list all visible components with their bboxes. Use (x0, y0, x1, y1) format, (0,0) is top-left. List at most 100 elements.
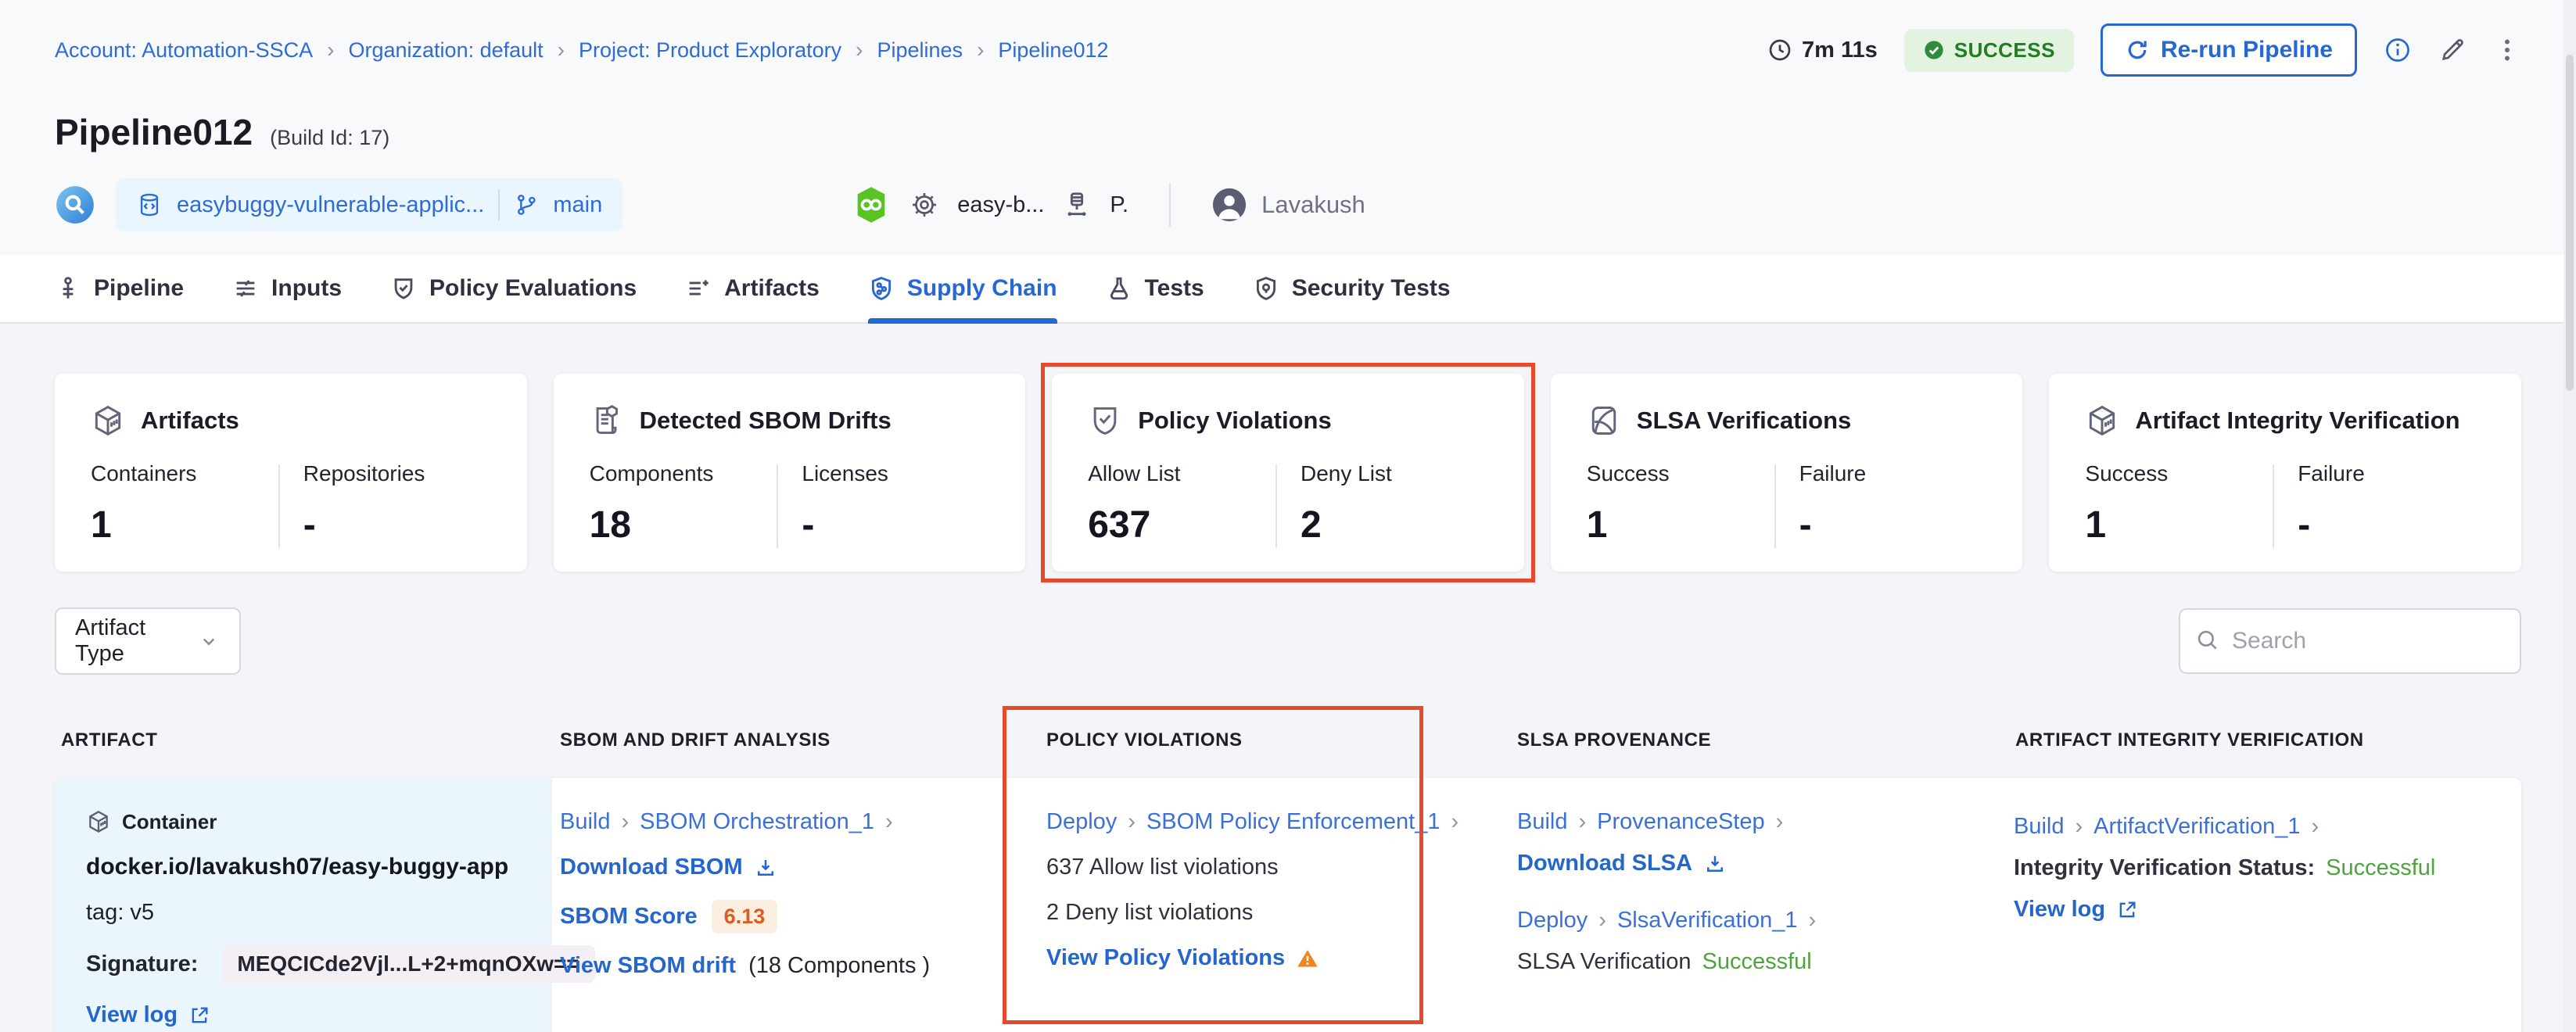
breadcrumb-project[interactable]: Project: Product Exploratory (579, 38, 841, 63)
stat-divider (1275, 464, 1277, 548)
vertical-divider (1169, 183, 1171, 227)
shield-check-icon (1088, 403, 1122, 438)
step-link[interactable]: SlsaVerification_1 (1617, 908, 1798, 933)
stat-value: 1 (1587, 503, 1774, 546)
stat-value: - (802, 503, 989, 546)
status-badge: SUCCESS (1904, 29, 2074, 72)
codebase-pill: easybuggy-vulnerable-applic... main (116, 178, 622, 231)
policy-violations-cell: Deploy › SBOM Policy Enforcement_1 › 637… (1017, 778, 1509, 1032)
avatar (1211, 187, 1247, 223)
breadcrumb-pipeline012[interactable]: Pipeline012 (998, 38, 1108, 63)
download-slsa-link[interactable]: Download SLSA (1517, 851, 1727, 876)
chevron-separator: › (1128, 809, 1136, 835)
signature-value[interactable]: MEQCICde2Vjl...L+2+mqnOXw== (221, 945, 594, 983)
trigger-label: easy-b... (957, 192, 1044, 218)
build-id: (Build Id: 17) (270, 126, 389, 150)
view-log-link[interactable]: View log (2014, 897, 2138, 923)
stat-value: - (1799, 503, 1987, 546)
stage-link[interactable]: Build (560, 809, 611, 835)
warning-icon (1296, 947, 1319, 970)
step-link[interactable]: SBOM Policy Enforcement_1 (1146, 809, 1440, 835)
download-icon (1703, 852, 1727, 876)
inputs-icon (232, 275, 259, 302)
search-input[interactable] (2179, 608, 2521, 674)
stage-link[interactable]: Deploy (1046, 809, 1117, 835)
repository-link[interactable]: easybuggy-vulnerable-applic... (177, 192, 484, 218)
harness-pipeline-icon (851, 185, 892, 225)
stat-value: 18 (590, 503, 777, 546)
tab-supply-chain[interactable]: Supply Chain (868, 255, 1057, 322)
card-title: Detected SBOM Drifts (640, 407, 892, 435)
branch-link[interactable]: main (553, 192, 602, 218)
stage-link[interactable]: Build (2014, 814, 2065, 840)
tab-policy-evaluations[interactable]: Policy Evaluations (390, 255, 637, 322)
supply-chain-shield-icon (868, 275, 895, 302)
tab-pipeline[interactable]: Pipeline (55, 255, 184, 322)
scrollbar-thumb[interactable] (2566, 55, 2574, 391)
column-header-slsa: SLSA PROVENANCE (1509, 729, 2006, 778)
breadcrumb-account[interactable]: Account: Automation-SSCA (55, 38, 313, 63)
slsa-cell: Build › ProvenanceStep › Download SLSA D… (1509, 778, 2006, 1032)
gear-icon (909, 189, 940, 220)
cube-icon (2085, 403, 2119, 438)
download-icon (754, 856, 777, 880)
scrollbar[interactable] (2563, 0, 2576, 1032)
stat-label: Success (1587, 461, 1774, 486)
rerun-pipeline-button[interactable]: Re-run Pipeline (2101, 23, 2357, 77)
external-link-icon (2116, 899, 2138, 921)
tab-security-tests[interactable]: Security Tests (1253, 255, 1451, 322)
stat-label: Deny List (1301, 461, 1488, 486)
chevron-separator: › (1808, 908, 1816, 933)
shield-check-icon (390, 275, 417, 302)
card-title: SLSA Verifications (1637, 407, 1852, 435)
tab-tests[interactable]: Tests (1106, 255, 1204, 322)
sbom-score-badge: 6.13 (712, 900, 778, 933)
kebab-menu-icon[interactable] (2493, 36, 2521, 64)
stat-value: - (303, 503, 491, 546)
artifacts-table: ARTIFACT SBOM AND DRIFT ANALYSIS POLICY … (55, 729, 2521, 1032)
chevron-separator: › (1776, 809, 1784, 835)
chevron-separator: › (885, 809, 893, 835)
cube-icon (91, 403, 125, 438)
deny-list-violations: 2 Deny list violations (1046, 900, 1497, 926)
card-artifacts: Artifacts Containers 1 Repositories - (55, 374, 527, 572)
step-link[interactable]: ProvenanceStep (1597, 809, 1764, 835)
sbom-scroll-icon (590, 403, 624, 438)
breadcrumb-pipelines[interactable]: Pipelines (877, 38, 963, 63)
breadcrumb: Account: Automation-SSCA › Organization:… (55, 38, 1109, 63)
breadcrumb-separator: › (327, 38, 334, 63)
step-link[interactable]: ArtifactVerification_1 (2093, 814, 2300, 840)
check-circle-icon (1923, 39, 1945, 61)
breadcrumb-organization[interactable]: Organization: default (349, 38, 544, 63)
info-icon[interactable] (2384, 36, 2412, 64)
tab-inputs[interactable]: Inputs (232, 255, 342, 322)
allow-list-violations: 637 Allow list violations (1046, 855, 1497, 880)
integrity-cell: Build › ArtifactVerification_1 › Integri… (2006, 778, 2521, 1032)
policy-violations-highlight-box: Policy Violations Allow List 637 Deny Li… (1041, 363, 1535, 582)
delegate-label: P. (1110, 192, 1128, 218)
edit-pencil-icon[interactable] (2438, 36, 2467, 64)
stat-label: Failure (1799, 461, 1987, 486)
sbom-score-link[interactable]: SBOM Score (560, 904, 698, 930)
view-policy-violations-link[interactable]: View Policy Violations (1046, 945, 1319, 971)
artifact-type-select[interactable]: Artifact Type (55, 607, 241, 675)
step-link[interactable]: SBOM Orchestration_1 (640, 809, 874, 835)
signature-label: Signature: (86, 951, 198, 977)
card-slsa-verifications: SLSA Verifications Success 1 Failure - (1551, 374, 2023, 572)
view-log-link[interactable]: View log (86, 1002, 210, 1028)
chevron-down-icon (197, 629, 221, 653)
chevron-separator: › (622, 809, 630, 835)
view-sbom-drift-link[interactable]: View SBOM drift (560, 953, 736, 979)
stat-label: Failure (2298, 461, 2485, 486)
inspect-icon[interactable] (55, 185, 95, 225)
tab-artifacts[interactable]: Artifacts (685, 255, 820, 322)
stat-label: Licenses (802, 461, 989, 486)
stat-label: Success (2085, 461, 2273, 486)
stage-link[interactable]: Deploy (1517, 908, 1588, 933)
refresh-icon (2125, 38, 2150, 63)
artifact-tag: tag: v5 (86, 900, 518, 926)
slsa-verification-label: SLSA Verification (1517, 949, 1691, 975)
download-sbom-link[interactable]: Download SBOM (560, 855, 777, 880)
user-info: Lavakush (1211, 187, 1365, 223)
stage-link[interactable]: Build (1517, 809, 1568, 835)
